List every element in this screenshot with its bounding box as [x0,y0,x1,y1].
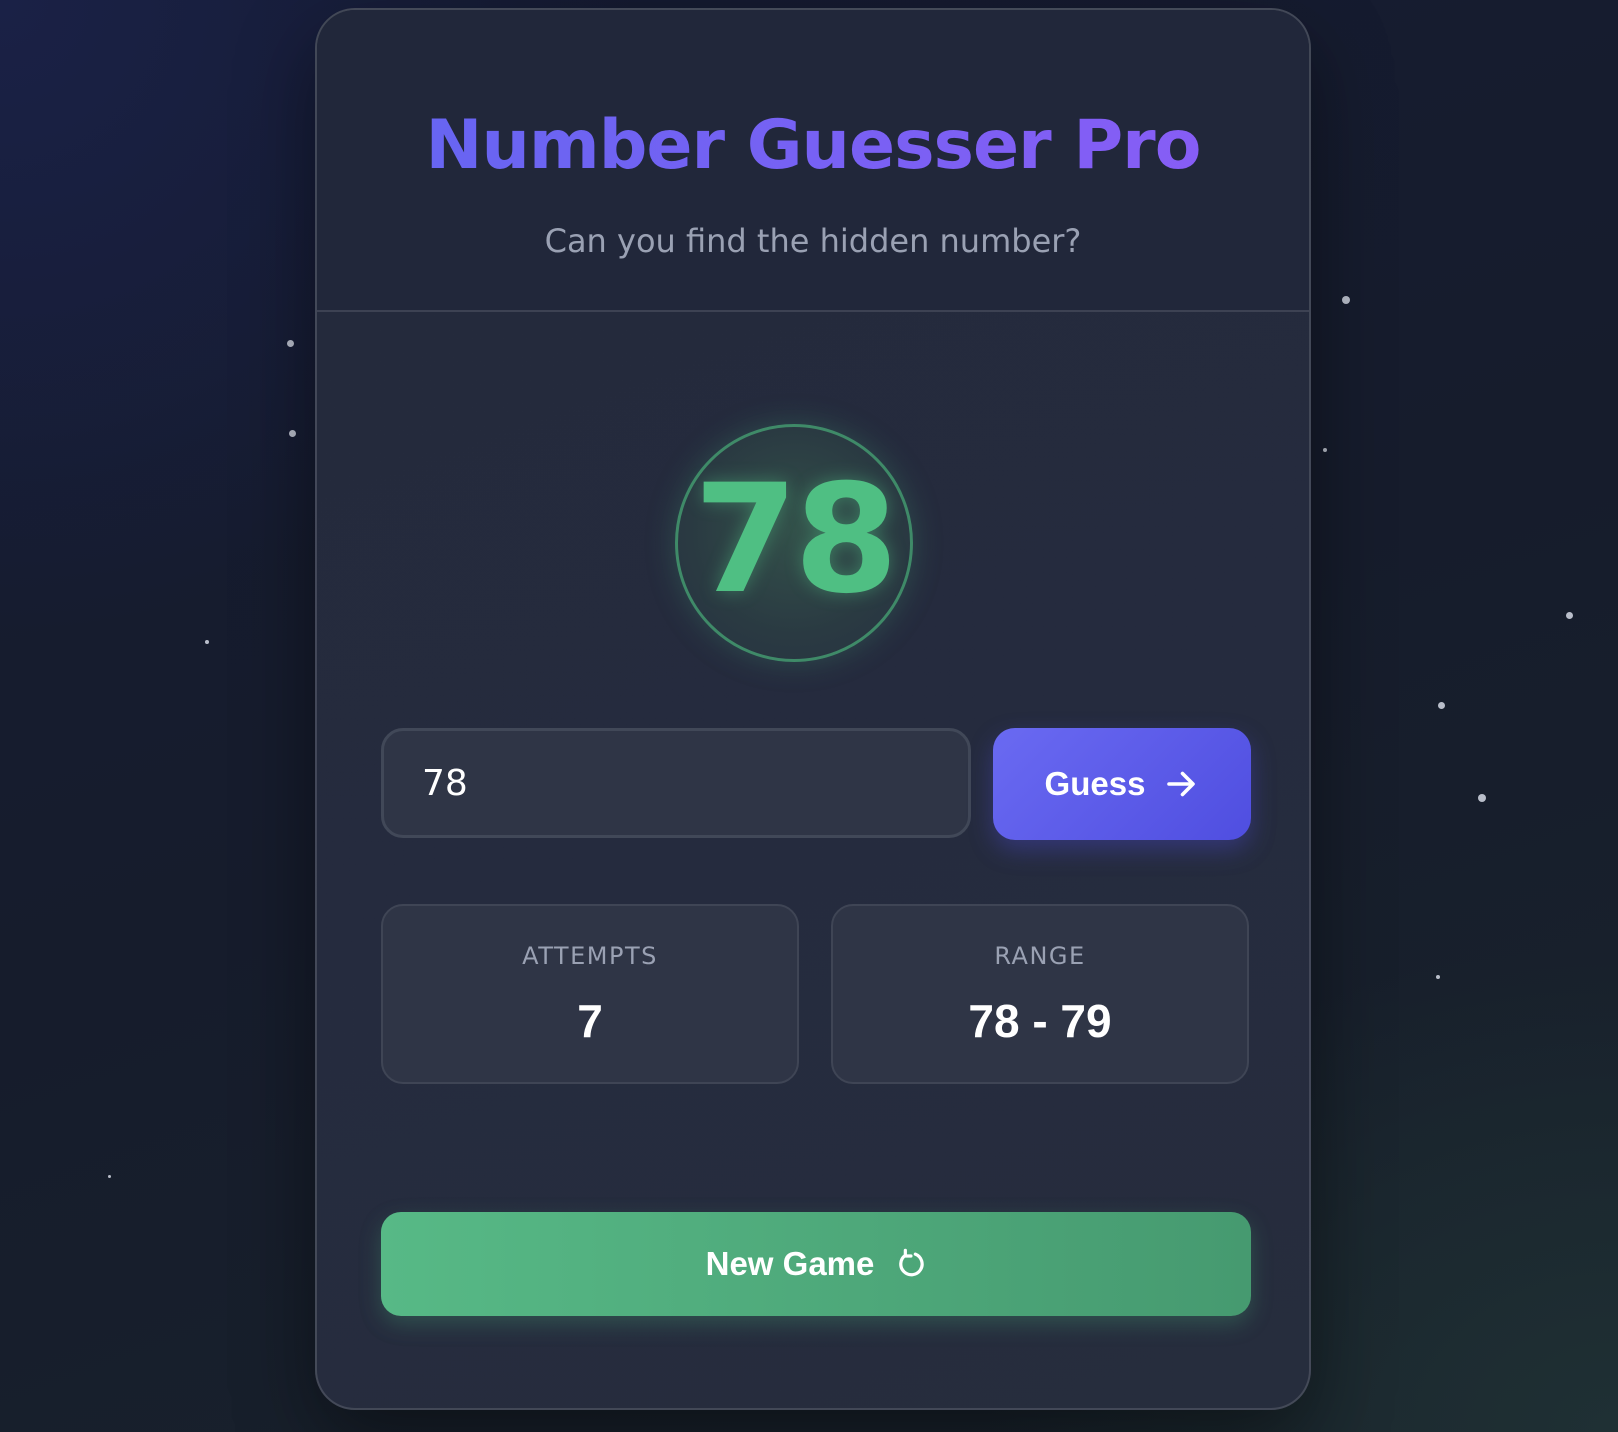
displayed-number: 78 [693,453,899,627]
background-star [205,640,209,644]
background-star [289,430,296,437]
range-stat: RANGE 78 - 79 [831,904,1249,1084]
background-star [1438,702,1445,709]
guess-button[interactable]: Guess [993,728,1251,840]
attempts-value: 7 [577,995,603,1047]
restart-icon [894,1248,926,1280]
game-card: Number Guesser Pro Can you find the hidd… [315,8,1311,1410]
attempts-label: ATTEMPTS [522,942,658,970]
background-star [1566,612,1573,619]
background-star [108,1175,111,1178]
background-star [1436,975,1440,979]
attempts-stat: ATTEMPTS 7 [381,904,799,1084]
game-subtitle: Can you find the hidden number? [544,222,1082,260]
background-star [1478,794,1486,802]
arrow-right-icon [1163,766,1199,802]
range-value: 78 - 79 [968,995,1112,1047]
background-star [1342,296,1350,304]
game-title: Number Guesser Pro [317,106,1309,185]
new-game-button-label: New Game [705,1245,875,1282]
guess-button-label: Guess [1044,765,1146,802]
card-header: Number Guesser Pro Can you find the hidd… [317,10,1309,312]
background-star [287,340,294,347]
number-display-orb: 78 [675,424,913,662]
guess-input[interactable] [381,728,971,838]
background-star [1323,448,1327,452]
new-game-button[interactable]: New Game [381,1212,1251,1316]
range-label: RANGE [994,942,1086,970]
